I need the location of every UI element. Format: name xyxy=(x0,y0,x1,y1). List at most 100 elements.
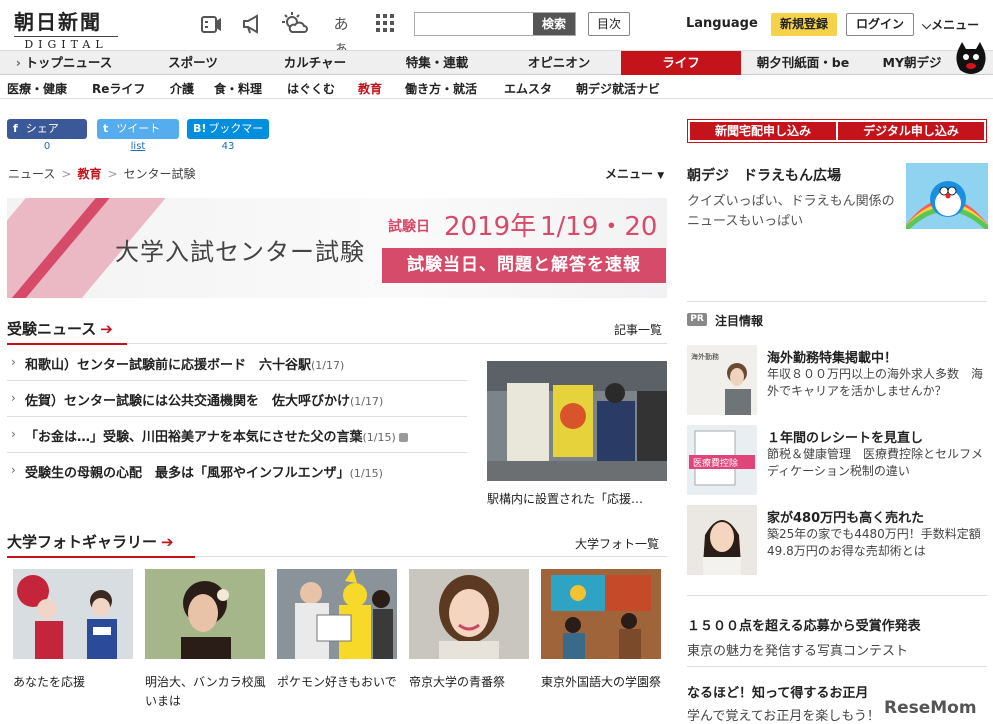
site-logo[interactable]: 朝日新聞 DIGITAL xyxy=(14,6,126,51)
search-input[interactable] xyxy=(415,13,533,35)
gallery-photo-pokemon[interactable] xyxy=(277,569,397,659)
doraemon-title[interactable]: 朝デジ ドラえもん広場 xyxy=(687,165,841,185)
login-button[interactable]: ログイン xyxy=(846,13,914,36)
gallery-photo-meiji[interactable] xyxy=(145,569,265,659)
font-size-icon[interactable]: あぁ xyxy=(328,12,354,57)
news-title: 和歌山）センター試験前に応援ボード 六十谷駅 xyxy=(25,358,312,373)
nav-item-culture[interactable]: カルチャー xyxy=(254,51,376,75)
contents-button[interactable]: 目次 xyxy=(588,12,630,36)
news-title: 「お金は…」受験、川田裕美アナを本気にさせた父の言葉 xyxy=(25,430,363,445)
subnav-item-health[interactable]: 医療・健康 xyxy=(7,80,67,97)
language-link[interactable]: Language xyxy=(686,16,758,31)
news-item[interactable]: › 佐賀）センター試験には公共交通機関を 佐大呼びかけ(1/17) xyxy=(7,381,467,417)
arrow-right-icon: ➔ xyxy=(161,533,174,551)
nav-item-top-news[interactable]: › トップニュース xyxy=(0,51,128,75)
promo-title[interactable]: なるほど！知って得するお正月 xyxy=(687,682,868,701)
gallery-photo-cheer[interactable] xyxy=(13,569,133,659)
watermark-text: ReseMom xyxy=(884,698,977,718)
breadcrumb-education[interactable]: 教育 xyxy=(77,167,101,181)
arrow-right-icon: ➔ xyxy=(100,320,113,338)
menu-toggle[interactable]: ⌵メニュー xyxy=(922,16,979,33)
gallery-caption[interactable]: 東京外国語大の学園祭 xyxy=(541,673,665,692)
subnav-item-work[interactable]: 働き方・就活 xyxy=(405,80,477,97)
digital-subscribe-button[interactable]: デジタル申し込み xyxy=(838,122,984,140)
main-nav: › トップニュース スポーツ カルチャー 特集・連載 オピニオン ライフ 朝夕刊… xyxy=(0,50,993,75)
news-photo-caption[interactable]: 駅構内に設置された「応援… xyxy=(487,490,643,507)
hatena-icon: B! xyxy=(193,122,207,135)
news-more-link[interactable]: 記事一覧 xyxy=(614,321,662,338)
doraemon-description[interactable]: クイズいっぱい、ドラえもん関係のニュースもいっぱい xyxy=(687,192,902,232)
promo-description[interactable]: 学んで覚えてお正月を楽しもう！ xyxy=(687,705,880,724)
share-label: ツイート xyxy=(116,122,161,135)
banner-date-label: 試験日 xyxy=(388,219,430,235)
ad-image-overseas[interactable]: 海外勤務 xyxy=(687,345,757,415)
news-section-title[interactable]: 受験ニュース ➔ xyxy=(7,318,113,339)
caret-down-icon: ▼ xyxy=(657,171,665,181)
weather-icon[interactable] xyxy=(282,12,308,36)
news-item[interactable]: › 「お金は…」受験、川田裕美アナを本気にさせた父の言葉(1/15) xyxy=(7,417,467,453)
news-photo[interactable] xyxy=(487,361,667,481)
twitter-list-link[interactable]: list xyxy=(97,141,179,152)
ad-image-house[interactable] xyxy=(687,505,757,575)
movie-icon[interactable] xyxy=(198,12,224,36)
gallery-caption[interactable]: 帝京大学の青番祭 xyxy=(409,673,533,692)
breadcrumb-news[interactable]: ニュース xyxy=(8,167,55,181)
search-button[interactable]: 検索 xyxy=(533,13,575,35)
chevron-right-icon: › xyxy=(11,463,16,477)
center-exam-banner[interactable]: 大学入試センター試験 試験日 2019年 1/19・20 試験当日、問題と解答を… xyxy=(7,198,667,298)
section-divider xyxy=(7,343,667,345)
ad-description[interactable]: 築25年の家でも4480万円！手数料定額49.8万円のお得な売却術とは xyxy=(767,526,987,560)
news-date: (1/17) xyxy=(350,395,384,408)
subnav-item-emsta[interactable]: エムスタ xyxy=(504,80,552,97)
gallery-photo-teikyo[interactable] xyxy=(409,569,529,659)
doraemon-image[interactable] xyxy=(906,163,988,229)
register-button[interactable]: 新規登録 xyxy=(771,13,837,36)
gallery-caption[interactable]: 明治大、バンカラ校風いまは xyxy=(145,673,269,711)
chevron-down-icon: ⌵ xyxy=(922,18,932,32)
gallery-section-title[interactable]: 大学フォトギャラリー ➔ xyxy=(7,531,174,552)
breadcrumb-menu[interactable]: メニュー ▼ xyxy=(605,165,664,182)
facebook-share-button[interactable]: f シェア xyxy=(7,119,87,139)
banner-date-days: 1/19・20 xyxy=(540,212,658,242)
gallery-photo-tufs[interactable] xyxy=(541,569,661,659)
nav-label: トップニュース xyxy=(25,55,113,70)
resemom-watermark: ReseMom xyxy=(880,688,990,722)
subnav-item-food[interactable]: 食・料理 xyxy=(214,80,262,97)
subnav-item-parenting[interactable]: はぐくむ xyxy=(287,80,335,97)
newspaper-delivery-button[interactable]: 新聞宅配申し込み xyxy=(690,122,836,140)
gallery-more-link[interactable]: 大学フォト一覧 xyxy=(575,535,659,552)
subnav-item-relife[interactable]: Reライフ xyxy=(92,80,145,97)
subnav-item-care[interactable]: 介護 xyxy=(170,80,194,97)
breadcrumb-separator: > xyxy=(61,167,72,181)
twitter-share-button[interactable]: t ツイート xyxy=(97,119,179,139)
nav-item-newspaper[interactable]: 朝夕刊紙面・be xyxy=(744,51,862,75)
megaphone-icon[interactable] xyxy=(240,12,266,36)
nav-item-sports[interactable]: スポーツ xyxy=(132,51,254,75)
gallery-caption[interactable]: あなたを応援 xyxy=(13,673,137,692)
subnav-item-education[interactable]: 教育 xyxy=(358,80,382,97)
contest-title[interactable]: １５００点を超える応募から受賞作発表 xyxy=(687,615,921,634)
ad-image-receipt[interactable]: 医療費控除 xyxy=(687,425,757,495)
ad-title[interactable]: 家が480万円も高く売れた xyxy=(767,507,924,526)
ad-title[interactable]: 海外勤務特集掲載中！ xyxy=(767,347,897,366)
right-divider xyxy=(687,595,987,596)
nav-item-opinion[interactable]: オピニオン xyxy=(498,51,620,75)
nav-item-my[interactable]: MY朝デジ xyxy=(866,51,958,75)
ad-description[interactable]: 節税＆健康管理 医療費控除とセルフメディケーション税制の違い xyxy=(767,446,987,480)
ad-title[interactable]: １年間のレシートを見直し xyxy=(767,427,923,446)
contest-description[interactable]: 東京の魅力を発信する写真コンテスト xyxy=(687,640,908,659)
nav-item-life[interactable]: ライフ xyxy=(621,51,741,75)
news-item[interactable]: › 和歌山）センター試験前に応援ボード 六十谷駅(1/17) xyxy=(7,345,467,381)
nav-item-features[interactable]: 特集・連載 xyxy=(376,51,498,75)
section-divider xyxy=(7,556,667,558)
ad-description[interactable]: 年収８００万円以上の海外求人多数 海外でキャリアを活かしませんか？ xyxy=(767,366,987,400)
menu-label: メニュー xyxy=(605,167,654,181)
grid-menu-icon[interactable] xyxy=(372,12,398,36)
gallery-caption[interactable]: ポケモン好きもおいで xyxy=(277,673,401,692)
ad-image-text: 海外勤務 xyxy=(691,352,719,361)
pr-badge: PR xyxy=(687,313,707,326)
mascot-icon xyxy=(954,40,988,76)
news-item[interactable]: › 受験生の母親の心配 最多は「風邪やインフルエンザ」(1/15) xyxy=(7,453,467,489)
subnav-item-jobnavi[interactable]: 朝デジ就活ナビ xyxy=(576,80,660,97)
hatena-bookmark-button[interactable]: B! ブックマーク xyxy=(187,119,269,155)
